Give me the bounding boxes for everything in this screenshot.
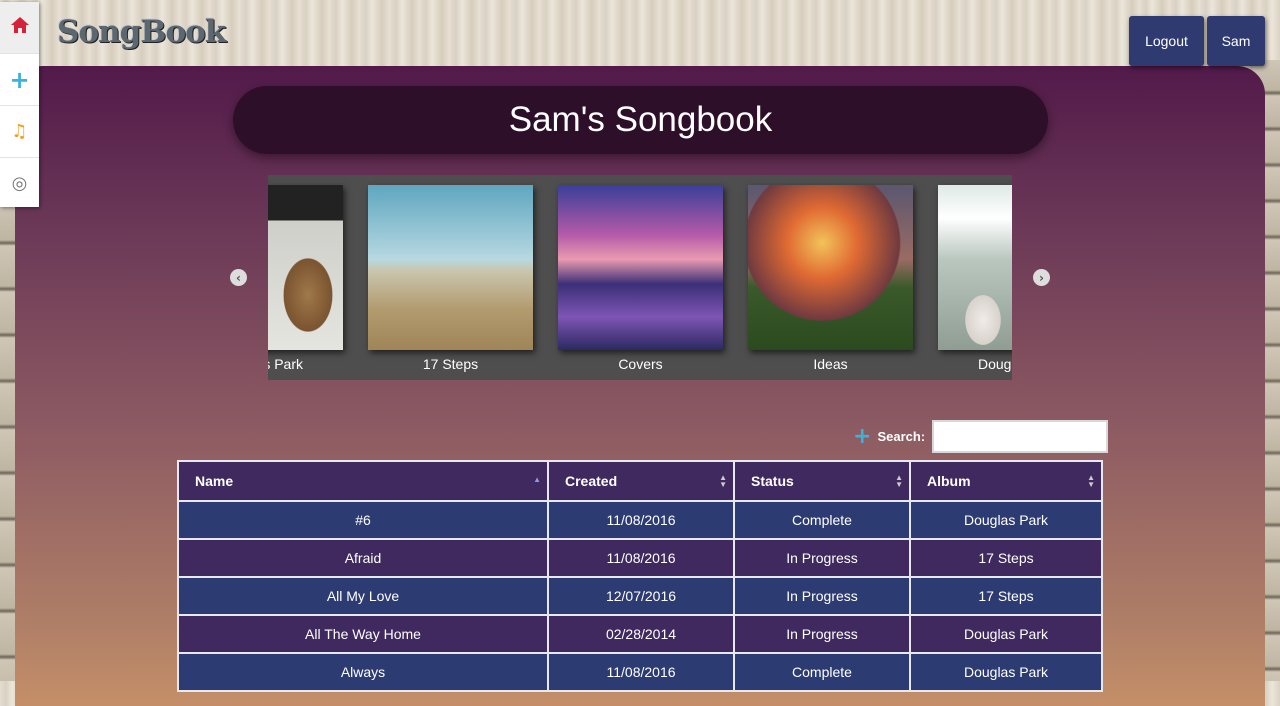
column-header-created[interactable]: Created ▲ ▼ [547,460,735,502]
cell-name[interactable]: Afraid [177,538,549,578]
table-row[interactable]: #6 11/08/2016 Complete Douglas Park [177,500,1103,540]
header-actions: Logout Sam [1129,16,1265,66]
column-header-status[interactable]: Status ▲ ▼ [733,460,911,502]
record-button[interactable]: ◎ [0,158,39,209]
cell-created: 12/07/2016 [547,576,735,616]
cell-status: Complete [733,652,911,692]
album-cover-image [748,185,913,350]
home-button[interactable] [0,2,39,54]
column-header-name[interactable]: Name ▲ [177,460,549,502]
carousel-slide[interactable]: Covers [558,185,723,372]
table-header-row: Name ▲ Created ▲ ▼ Status ▲ ▼ Album ▲ ▼ [177,460,1103,502]
add-song-button[interactable]: + [0,54,39,106]
carousel-slide[interactable]: Ideas [748,185,913,372]
search-bar: + Search: [853,420,1109,453]
cell-status: In Progress [733,576,911,616]
user-menu-button[interactable]: Sam [1207,16,1265,66]
cell-album: 17 Steps [909,576,1103,616]
cell-status: Complete [733,500,911,540]
target-icon: ◎ [11,173,28,194]
album-cover-image [558,185,723,350]
table-row[interactable]: All My Love 12/07/2016 In Progress 17 St… [177,576,1103,616]
sort-asc-icon: ▲ [533,475,541,484]
sort-icon: ▲ ▼ [1087,473,1095,489]
album-cover-image [938,185,1012,350]
carousel-prev-button[interactable]: ‹ [230,269,247,286]
cell-status: In Progress [733,614,911,654]
search-label: Search: [877,429,926,444]
page-title: Sam's Songbook [508,100,773,139]
cell-name[interactable]: All My Love [177,576,549,616]
search-input[interactable] [932,420,1109,453]
music-icon: ♫ [11,121,28,142]
carousel-slide[interactable]: s Park [268,185,343,372]
songs-button[interactable]: ♫ [0,106,39,158]
album-caption: Covers [618,356,663,372]
main-panel: Sam's Songbook ‹ › s Park 17 Steps Cover… [15,66,1265,706]
cell-name[interactable]: All The Way Home [177,614,549,654]
chevron-left-icon: ‹ [236,270,241,285]
cell-album: Douglas Park [909,652,1103,692]
chevron-right-icon: › [1039,270,1044,285]
cell-created: 11/08/2016 [547,538,735,578]
album-carousel: s Park 17 Steps Covers Ideas Doug [268,175,1012,380]
album-caption: Ideas [813,356,848,372]
home-icon [10,17,29,38]
cell-created: 11/08/2016 [547,652,735,692]
cell-created: 11/08/2016 [547,500,735,540]
left-sidebar: + ♫ ◎ [0,2,39,207]
sort-icon: ▲ ▼ [719,473,727,489]
table-row[interactable]: Always 11/08/2016 Complete Douglas Park [177,652,1103,692]
cell-status: In Progress [733,538,911,578]
cell-album: Douglas Park [909,614,1103,654]
album-cover-image [268,185,343,350]
album-caption: s Park [268,356,303,372]
album-cover-image [368,185,533,350]
logout-button[interactable]: Logout [1129,16,1204,66]
sort-icon: ▲ ▼ [895,473,903,489]
cell-name[interactable]: Always [177,652,549,692]
carousel-next-button[interactable]: › [1033,269,1050,286]
album-caption: Doug [978,356,1012,372]
carousel-slide[interactable]: 17 Steps [368,185,533,372]
table-row[interactable]: All The Way Home 02/28/2014 In Progress … [177,614,1103,654]
plus-icon: + [9,65,30,94]
cell-name[interactable]: #6 [177,500,549,540]
cell-album: 17 Steps [909,538,1103,578]
cell-created: 02/28/2014 [547,614,735,654]
add-song-plus-icon[interactable]: + [853,425,871,448]
album-caption: 17 Steps [422,356,479,372]
column-header-album[interactable]: Album ▲ ▼ [909,460,1103,502]
title-bar: Sam's Songbook [233,86,1048,154]
app-logo[interactable]: SongBook [57,14,226,50]
carousel-slide[interactable]: Doug [938,185,1012,372]
cell-album: Douglas Park [909,500,1103,540]
table-row[interactable]: Afraid 11/08/2016 In Progress 17 Steps [177,538,1103,578]
songs-table: Name ▲ Created ▲▼ Status ▲▼ Album ▲▼ [177,460,1103,692]
